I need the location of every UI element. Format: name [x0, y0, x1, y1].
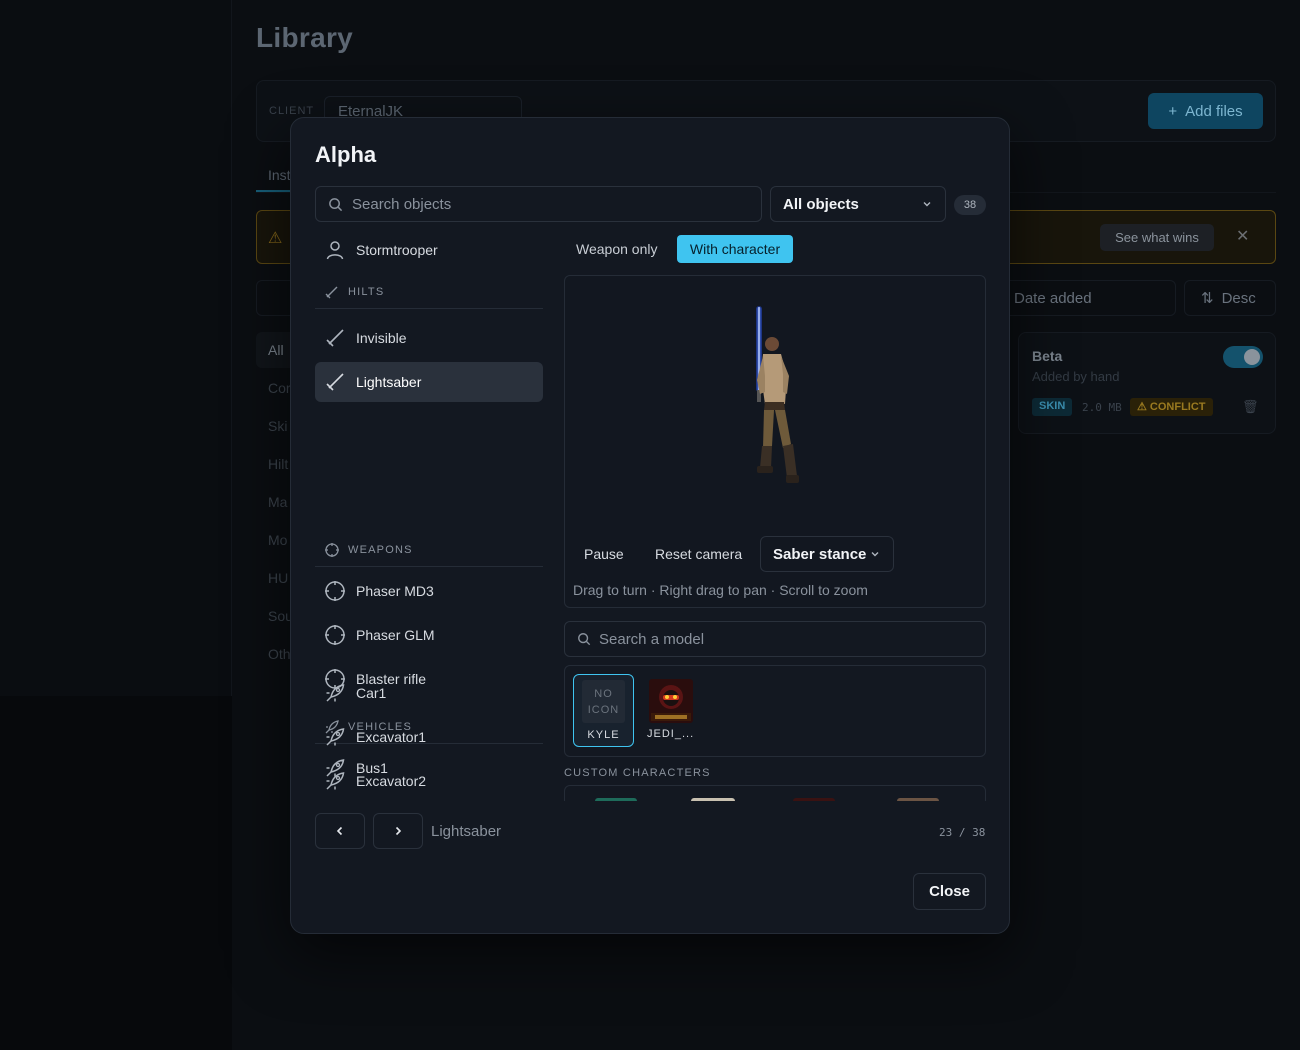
position-indicator: 23 / 38 [939, 826, 986, 839]
category-item[interactable]: Oth [268, 646, 291, 662]
list-item-label: Invisible [356, 330, 407, 346]
list-item-label: Excavator1 [356, 729, 427, 745]
list-item-lightsaber[interactable]: Lightsaber [315, 362, 543, 402]
category-item[interactable]: Ski [268, 418, 287, 434]
next-button[interactable] [373, 813, 423, 849]
sort-field-value: Date added [1014, 290, 1092, 307]
conflict-label: CONFLICT [1149, 401, 1206, 413]
stance-select[interactable]: Saber stance [760, 536, 894, 572]
chevron-down-icon [871, 552, 879, 557]
custom-thumb[interactable] [691, 798, 735, 801]
object-browser-dialog: Alpha Search objects All objects 38 Stor… [290, 117, 1010, 934]
list-item-phaser-md3[interactable]: Phaser MD3 [315, 571, 543, 611]
crosshair-icon [325, 625, 345, 645]
list-item-excavator1[interactable]: Excavator1 [315, 717, 543, 757]
model-name: JEDI_... [647, 728, 695, 740]
model-tile-jedi[interactable]: JEDI_... [643, 674, 697, 747]
crosshair-icon [325, 581, 345, 601]
page-title: Library [256, 22, 354, 53]
custom-thumb[interactable] [897, 798, 939, 801]
category-item[interactable]: Ma [268, 494, 287, 510]
no-icon-placeholder: NO ICON [582, 680, 625, 723]
list-item-label: Car1 [356, 685, 387, 701]
sort-field-select[interactable]: Date added [1002, 280, 1176, 316]
current-object-label: Lightsaber [431, 823, 502, 840]
saber-icon [325, 286, 338, 298]
conflict-badge: ⚠ CONFLICT [1130, 398, 1213, 416]
client-label: CLIENT [269, 105, 315, 117]
category-item[interactable]: Hilt [268, 456, 288, 472]
sort-icon: ⇅ [1201, 290, 1214, 307]
add-files-label: Add files [1185, 102, 1243, 120]
category-item[interactable]: Mo [268, 532, 287, 548]
list-item-label: Phaser MD3 [356, 583, 434, 599]
list-item-label: Lightsaber [356, 374, 422, 390]
saber-icon [326, 329, 344, 347]
trash-icon[interactable]: 🗑 [1242, 399, 1259, 415]
warning-icon: ⚠ [268, 230, 283, 247]
list-item-stormtrooper[interactable]: Stormtrooper [315, 230, 543, 270]
sort-direction-button[interactable]: ⇅ Desc [1184, 280, 1276, 316]
custom-thumb[interactable] [595, 798, 637, 801]
list-item-phaser-glm[interactable]: Phaser GLM [315, 615, 543, 655]
previous-button[interactable] [315, 813, 365, 849]
enable-toggle[interactable] [1223, 346, 1263, 368]
weapon-only-toggle[interactable]: Weapon only [564, 235, 669, 263]
object-filter-select[interactable]: All objects [770, 186, 946, 222]
saber-icon [326, 373, 344, 391]
type-badge: SKIN [1032, 398, 1073, 416]
model-name: KYLE [587, 729, 620, 741]
card-subtitle: Added by hand [1032, 369, 1120, 384]
category-item[interactable]: HU [268, 570, 288, 586]
person-icon [326, 241, 344, 260]
model-search-placeholder: Search a model [599, 630, 705, 648]
custom-characters-heading: CUSTOM CHARACTERS [564, 767, 711, 779]
pause-button[interactable]: Pause [584, 546, 624, 562]
search-icon [329, 197, 343, 211]
dialog-title: Alpha [315, 142, 377, 167]
close-icon[interactable]: ✕ [1236, 226, 1249, 246]
file-size: 2.0 MB [1082, 401, 1122, 414]
list-item-label: Excavator2 [356, 773, 427, 789]
rocket-icon [326, 772, 345, 790]
search-placeholder: Search objects [352, 195, 452, 213]
plus-icon: + [1168, 102, 1178, 120]
close-button[interactable]: Close [913, 873, 986, 910]
list-item-car1[interactable]: Car1 [315, 673, 543, 713]
custom-thumb[interactable] [793, 798, 835, 801]
card-name: Beta [1032, 348, 1063, 364]
section-hilts: HILTS [315, 275, 543, 309]
character-preview [756, 306, 799, 483]
add-files-button[interactable]: + Add files [1148, 93, 1263, 129]
search-icon [578, 633, 591, 646]
model-tile-kyle[interactable]: NO ICON KYLE [573, 674, 634, 747]
list-item-label: Phaser GLM [356, 627, 435, 643]
rocket-icon [326, 728, 345, 746]
list-item-label: Stormtrooper [356, 242, 438, 258]
chevron-right-icon [395, 826, 402, 836]
app-sidebar [0, 0, 232, 696]
chevron-down-icon [923, 202, 931, 207]
reset-camera-button[interactable]: Reset camera [655, 546, 742, 562]
rocket-icon [326, 684, 345, 702]
object-search-input[interactable]: Search objects [315, 186, 762, 222]
section-title: HILTS [348, 285, 385, 298]
section-title: WEAPONS [348, 543, 413, 556]
crosshair-icon [325, 542, 339, 557]
chevron-left-icon [336, 826, 343, 836]
see-what-wins-button[interactable]: See what wins [1100, 224, 1214, 251]
section-weapons: WEAPONS [315, 533, 543, 567]
custom-character-grid [564, 785, 986, 801]
viewer-hint: Drag to turn · Right drag to pan · Scrol… [573, 582, 868, 598]
category-item[interactable]: Cor [268, 380, 291, 396]
with-character-toggle[interactable]: With character [677, 235, 793, 263]
list-item-invisible[interactable]: Invisible [315, 318, 543, 358]
filter-value: All objects [783, 195, 859, 213]
stance-value: Saber stance [773, 545, 867, 563]
model-search-input[interactable]: Search a model [564, 621, 986, 657]
object-count-badge: 38 [954, 195, 986, 215]
sort-direction-label: Desc [1221, 289, 1256, 307]
model-thumbnail [649, 679, 693, 723]
list-item-excavator2[interactable]: Excavator2 [315, 761, 543, 801]
